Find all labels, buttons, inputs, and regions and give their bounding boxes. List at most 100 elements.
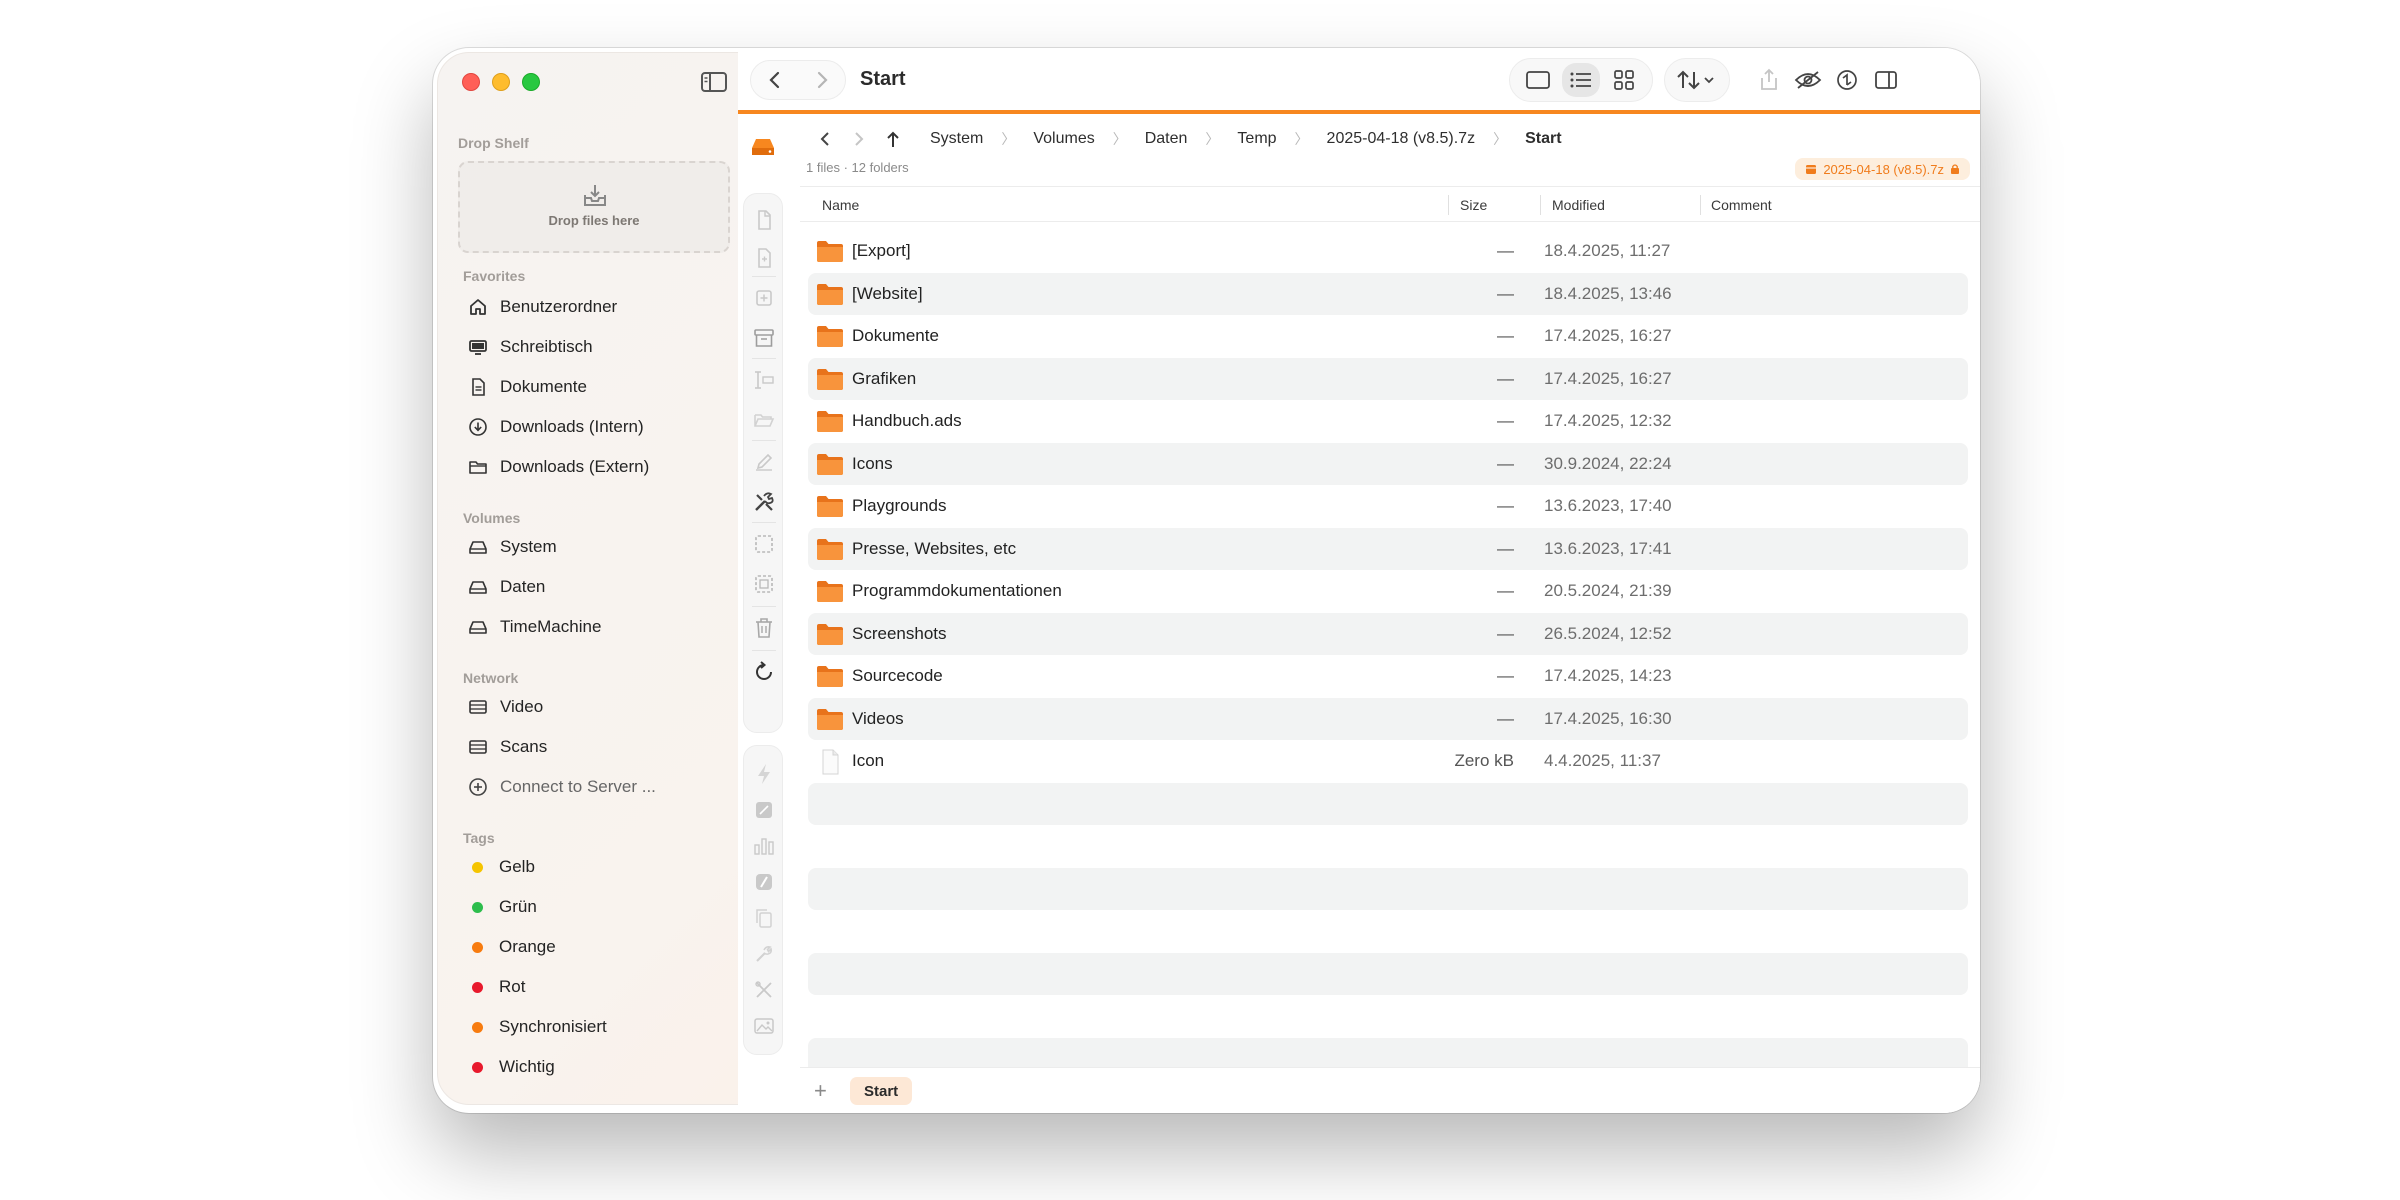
table-row[interactable]: Programmdokumentationen — 20.5.2024, 21:39 — [808, 570, 1968, 613]
sidebar-item-downloads-intern[interactable]: Downloads (Intern) — [468, 411, 644, 443]
single-pane-view-button[interactable] — [1519, 63, 1557, 97]
minimize-window-button[interactable] — [492, 73, 510, 91]
statistics-icon[interactable] — [752, 834, 776, 858]
breadcrumb-daten[interactable]: Daten — [1139, 130, 1194, 148]
inspector-panel-icon[interactable] — [1867, 63, 1905, 97]
hide-hidden-files-icon[interactable] — [1789, 63, 1827, 97]
drive-icon — [468, 617, 488, 637]
table-row[interactable]: Grafiken — 17.4.2025, 16:27 — [808, 357, 1968, 400]
table-row[interactable]: Handbuch.ads — 17.4.2025, 12:32 — [808, 400, 1968, 443]
column-header-modified[interactable]: Modified — [1552, 187, 1605, 223]
sort-menu-button[interactable] — [1664, 58, 1730, 102]
sidebar-item-timemachine[interactable]: TimeMachine — [468, 611, 601, 643]
sidebar-item-dokumente[interactable]: Dokumente — [468, 371, 587, 403]
sidebar-item-downloads-extern[interactable]: Downloads (Extern) — [468, 451, 649, 483]
column-header-name[interactable]: Name — [822, 187, 859, 223]
app-icon[interactable] — [752, 870, 776, 894]
share-icon[interactable] — [1750, 63, 1788, 97]
sidebar-item-scans[interactable]: Scans — [468, 731, 547, 763]
breadcrumb-current[interactable]: Start — [1519, 130, 1567, 148]
table-row[interactable]: [Website] — 18.4.2025, 13:46 — [808, 272, 1968, 315]
script-icon[interactable] — [752, 798, 776, 822]
breadcrumb-separator: 〉 — [1294, 131, 1309, 147]
folder-icon — [816, 409, 844, 433]
sidebar-item-benutzerordner[interactable]: Benutzerordner — [468, 291, 617, 323]
rename-icon[interactable] — [752, 368, 776, 392]
breadcrumb-archive[interactable]: 2025-04-18 (v8.5).7z — [1321, 130, 1482, 148]
duplicate-icon[interactable] — [752, 286, 776, 310]
empty-row — [808, 825, 1968, 868]
table-row[interactable]: Screenshots — 26.5.2024, 12:52 — [808, 612, 1968, 655]
sync-compare-icon[interactable] — [1828, 63, 1866, 97]
file-modified: 18.4.2025, 13:46 — [1544, 283, 1672, 303]
breadcrumb-forward-button[interactable] — [842, 131, 876, 147]
tools-icon[interactable] — [752, 490, 776, 514]
table-row[interactable]: Sourcecode — 17.4.2025, 14:23 — [808, 655, 1968, 698]
tool-separator — [752, 522, 776, 523]
volumes-title: Volumes — [463, 510, 521, 526]
tab-start[interactable]: Start — [850, 1077, 913, 1105]
tag-rot[interactable]: Rot — [468, 971, 525, 1003]
select-all-icon[interactable] — [752, 532, 776, 556]
column-header-comment[interactable]: Comment — [1711, 187, 1772, 223]
parent-folder-button[interactable] — [876, 130, 910, 148]
tag-gruen[interactable]: Grün — [468, 891, 537, 923]
copy-path-icon[interactable] — [752, 906, 776, 930]
breadcrumb-volumes[interactable]: Volumes — [1027, 130, 1100, 148]
table-row[interactable]: Presse, Websites, etc — 13.6.2023, 17:41 — [808, 527, 1968, 570]
sidebar-item-label: Video — [500, 697, 544, 716]
close-window-button[interactable] — [462, 73, 480, 91]
new-tab-button[interactable]: + — [814, 1078, 827, 1104]
select-none-icon[interactable] — [752, 572, 776, 596]
breadcrumb-system[interactable]: System — [924, 130, 989, 148]
drop-shelf-label: Drop files here — [548, 213, 640, 228]
file-name: Dokumente — [852, 326, 939, 345]
sidebar-item-video[interactable]: Video — [468, 691, 543, 723]
sidebar-item-schreibtisch[interactable]: Schreibtisch — [468, 331, 593, 363]
drop-shelf[interactable]: Drop files here — [458, 161, 730, 253]
file-name: Presse, Websites, etc — [852, 538, 1017, 558]
hammer-wrench-icon[interactable] — [752, 978, 776, 1002]
tag-wichtig[interactable]: Wichtig — [468, 1051, 555, 1083]
table-row[interactable]: Dokumente — 17.4.2025, 16:27 — [808, 315, 1968, 358]
breadcrumb-separator: 〉 — [1001, 131, 1016, 147]
tool-group-extras — [743, 745, 783, 1055]
breadcrumb-back-button[interactable] — [808, 131, 842, 147]
image-icon[interactable] — [752, 1014, 776, 1038]
new-file-icon[interactable] — [752, 208, 776, 232]
connect-to-server-button[interactable]: Connect to Server ... — [468, 771, 656, 803]
open-folder-icon[interactable] — [752, 408, 776, 432]
breadcrumb-temp[interactable]: Temp — [1231, 130, 1282, 148]
file-modified: 17.4.2025, 16:27 — [1544, 326, 1672, 345]
archive-box-icon[interactable] — [752, 326, 776, 350]
file-name: [Website] — [852, 283, 923, 303]
sidebar-item-system[interactable]: System — [468, 531, 557, 563]
table-row[interactable]: [Export] — 18.4.2025, 11:27 — [808, 230, 1968, 273]
archive-badge[interactable]: 2025-04-18 (v8.5).7z — [1795, 158, 1970, 180]
refresh-icon[interactable] — [752, 660, 776, 684]
grid-view-button[interactable] — [1605, 63, 1643, 97]
sidebar-item-daten[interactable]: Daten — [468, 571, 545, 603]
file-name: Handbuch.ads — [852, 411, 962, 430]
wrench-icon[interactable] — [752, 942, 776, 966]
tag-gelb[interactable]: Gelb — [468, 851, 535, 883]
back-button[interactable] — [765, 70, 785, 90]
trash-icon[interactable] — [752, 616, 776, 640]
edit-icon[interactable] — [752, 450, 776, 474]
copy-file-icon[interactable] — [752, 246, 776, 270]
zoom-window-button[interactable] — [522, 73, 540, 91]
table-row[interactable]: Icons — 30.9.2024, 22:24 — [808, 442, 1968, 485]
sidebar-toggle-icon[interactable] — [700, 71, 728, 93]
table-row[interactable]: Videos — 17.4.2025, 16:30 — [808, 697, 1968, 740]
tool-separator — [752, 440, 776, 441]
tag-color-dot — [472, 861, 483, 873]
window-controls — [462, 73, 540, 91]
tag-synchronisiert[interactable]: Synchronisiert — [468, 1011, 607, 1043]
list-view-button[interactable] — [1561, 63, 1600, 97]
column-header-size[interactable]: Size — [1460, 187, 1487, 223]
table-row[interactable]: Playgrounds — 13.6.2023, 17:40 — [808, 485, 1968, 528]
forward-button[interactable] — [812, 70, 832, 90]
tag-orange[interactable]: Orange — [468, 931, 556, 963]
table-row[interactable]: Icon Zero kB 4.4.2025, 11:37 — [808, 740, 1968, 783]
quick-action-icon[interactable] — [752, 762, 776, 786]
